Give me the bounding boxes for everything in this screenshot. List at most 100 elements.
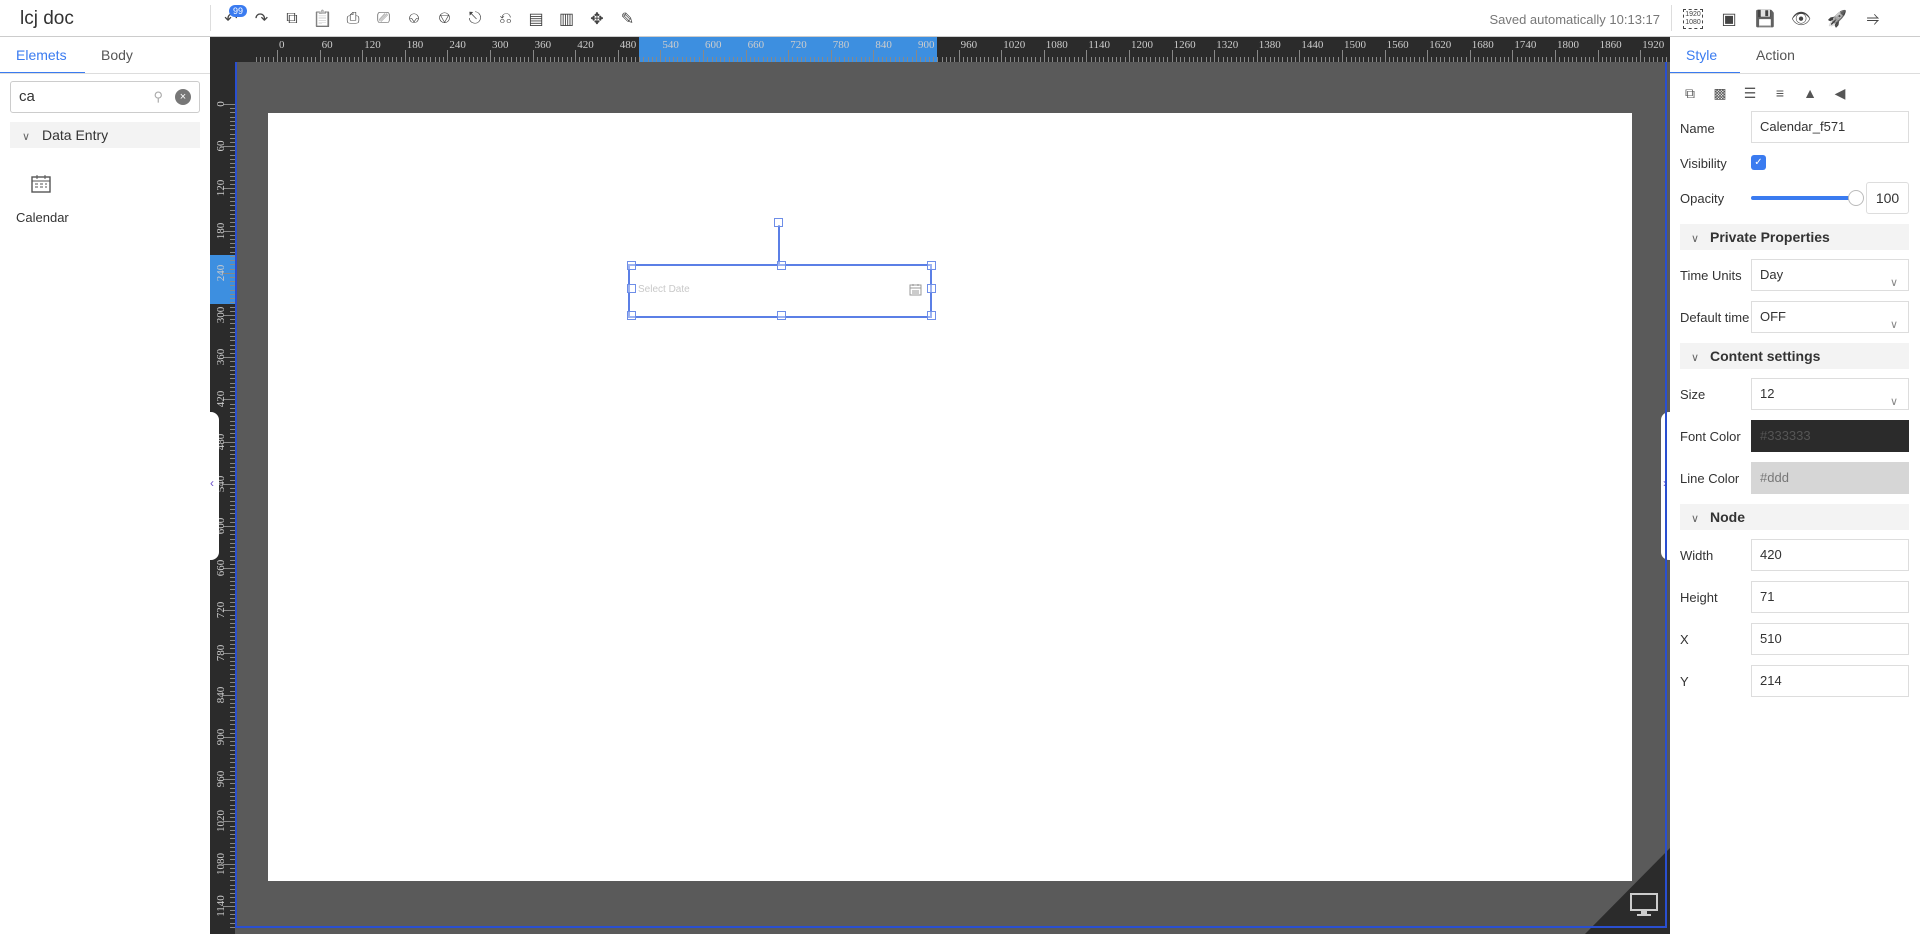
resize-handle[interactable] xyxy=(927,261,936,270)
ruler-tick xyxy=(1572,57,1574,62)
name-input[interactable]: Calendar_f571 xyxy=(1751,111,1909,143)
visibility-label: Visibility xyxy=(1680,156,1727,171)
resolution-1920-1080-icon[interactable]: 1920 1080 xyxy=(1680,6,1706,32)
ruler-tick xyxy=(1337,57,1339,62)
height-input[interactable]: 71 xyxy=(1751,581,1909,613)
rotate-handle[interactable] xyxy=(774,218,783,227)
resize-handle[interactable] xyxy=(777,261,786,270)
bring-front-icon[interactable]: ⧉ xyxy=(1678,81,1702,105)
font-color-input[interactable]: #333333 xyxy=(1751,420,1909,452)
line-color-input[interactable]: #ddd xyxy=(1751,462,1909,494)
size-select[interactable]: 12 ∨ xyxy=(1751,378,1909,410)
size-label: Size xyxy=(1680,387,1706,402)
ruler-tick xyxy=(984,57,986,62)
tab-action[interactable]: Action xyxy=(1740,37,1811,74)
divider xyxy=(0,73,210,74)
publish-rocket-icon[interactable]: 🚀 xyxy=(1824,6,1850,32)
visibility-checkbox[interactable]: ✓ xyxy=(1751,155,1766,170)
resize-handle[interactable] xyxy=(777,311,786,320)
opacity-slider[interactable] xyxy=(1751,196,1856,200)
section-private-properties[interactable]: ∨ Private Properties xyxy=(1680,224,1909,250)
opacity-slider-handle[interactable] xyxy=(1848,190,1864,206)
paste-icon[interactable]: 📋 xyxy=(310,6,336,32)
ruler-tick xyxy=(826,57,828,62)
ruler-label: 1440 xyxy=(1301,39,1324,51)
ruler-tick xyxy=(1384,50,1386,62)
copy-icon[interactable]: ⧉ xyxy=(279,6,305,32)
layer-up-icon[interactable]: ☰ xyxy=(1738,81,1762,105)
x-input[interactable]: 510 xyxy=(1751,623,1909,655)
ruler-tick xyxy=(1324,57,1326,62)
collapse-left-button[interactable]: ‹ xyxy=(210,412,219,560)
ruler-tick xyxy=(1209,57,1211,62)
save-icon[interactable]: 💾 xyxy=(1752,6,1778,32)
opacity-input[interactable]: 100 xyxy=(1866,182,1909,214)
clear-icon[interactable]: × xyxy=(175,89,191,105)
right-panel: Style Action ⧉ ▩ ☰ ≡ ▲ ◀ Name Calendar_f571 V… xyxy=(1670,37,1920,934)
layer-down-icon[interactable]: ≡ xyxy=(1768,81,1792,105)
ruler-tick xyxy=(651,57,653,62)
share-icon[interactable]: ⥤ xyxy=(1860,6,1886,32)
element-calendar[interactable]: Calendar xyxy=(10,167,72,262)
section-node[interactable]: ∨ Node xyxy=(1680,504,1909,530)
tab-body[interactable]: Body xyxy=(85,37,149,74)
width-input[interactable]: 420 xyxy=(1751,539,1909,571)
fit-screen-icon[interactable]: ▣ xyxy=(1716,6,1742,32)
section-content-settings[interactable]: ∨ Content settings xyxy=(1680,343,1909,369)
align-bottom-icon[interactable]: ⎊ xyxy=(432,6,458,32)
y-input[interactable]: 214 xyxy=(1751,665,1909,697)
resize-handle[interactable] xyxy=(627,261,636,270)
default-time-select[interactable]: OFF ∨ xyxy=(1751,301,1909,333)
preview-eye-icon[interactable]: 👁 xyxy=(1788,6,1814,32)
send-back-icon[interactable]: ▩ xyxy=(1708,81,1732,105)
design-page[interactable] xyxy=(268,113,1632,881)
tab-style[interactable]: Style xyxy=(1670,37,1740,74)
top-toolbar: lcj doc ↶ ↷ ⧉ 📋 ⎙ ⎚ ⎉ ⎊ ⎋ ⎌ ▤ ▥ ✥ ✎ 99 Saved automati… xyxy=(0,0,1920,37)
align-left-icon[interactable]: ⎙ xyxy=(340,6,366,32)
resize-handle[interactable] xyxy=(927,311,936,320)
flip-horizontal-icon[interactable]: ▲ xyxy=(1798,81,1822,105)
distribute-horizontal-icon[interactable]: ▥ xyxy=(554,6,580,32)
ruler-tick xyxy=(370,57,372,62)
horizontal-ruler[interactable]: 0 60 120 180 240 300 360 420 480 540 600 660 720 780 8… xyxy=(235,37,1670,62)
search-input[interactable]: ca ⚲ × xyxy=(10,81,200,113)
ruler-tick xyxy=(690,57,692,62)
ruler-tick xyxy=(1631,57,1633,62)
tab-elements[interactable]: Elemets xyxy=(0,37,85,74)
move-icon[interactable]: ✥ xyxy=(584,6,610,32)
resize-handle[interactable] xyxy=(627,284,636,293)
brush-icon[interactable]: ✎ xyxy=(615,6,641,32)
distribute-vertical-icon[interactable]: ▤ xyxy=(523,6,549,32)
ruler-tick xyxy=(933,57,935,62)
ruler-tick xyxy=(992,57,994,62)
ruler-label: 1380 xyxy=(1258,39,1281,51)
time-units-select[interactable]: Day ∨ xyxy=(1751,259,1909,291)
ruler-tick xyxy=(1150,57,1152,62)
canvas-area[interactable]: 0 60 120 180 240 300 360 420 480 540 600 660 720 780 8… xyxy=(210,37,1670,934)
ruler-label: 1140 xyxy=(1088,39,1110,51)
group-data-entry[interactable]: ∨ Data Entry xyxy=(10,122,200,148)
desktop-icon[interactable] xyxy=(1630,893,1658,917)
chevron-left-icon: ‹ xyxy=(210,476,214,490)
ruler-tick xyxy=(1282,57,1284,62)
align-right-icon[interactable]: ⎚ xyxy=(371,6,397,32)
align-center-horizontal-icon[interactable]: ⎋ xyxy=(462,6,488,32)
ruler-tick xyxy=(502,57,504,62)
redo-icon[interactable]: ↷ xyxy=(249,6,275,32)
ruler-tick xyxy=(1661,57,1663,62)
ruler-tick xyxy=(1525,57,1527,62)
ruler-tick xyxy=(349,57,351,62)
calendar-element-selected[interactable]: Select Date xyxy=(628,264,932,318)
flip-vertical-icon[interactable]: ◀ xyxy=(1828,81,1852,105)
ruler-tick xyxy=(1094,57,1096,62)
ruler-tick xyxy=(1090,57,1092,62)
ruler-label: 1920 xyxy=(1642,39,1665,51)
align-top-icon[interactable]: ⎉ xyxy=(401,6,427,32)
resize-handle[interactable] xyxy=(927,284,936,293)
align-center-vertical-icon[interactable]: ⎌ xyxy=(493,6,519,32)
resize-handle[interactable] xyxy=(627,311,636,320)
ruler-tick xyxy=(1516,57,1518,62)
ruler-tick xyxy=(477,57,479,62)
ruler-tick xyxy=(485,57,487,62)
ruler-tick xyxy=(1346,57,1348,62)
